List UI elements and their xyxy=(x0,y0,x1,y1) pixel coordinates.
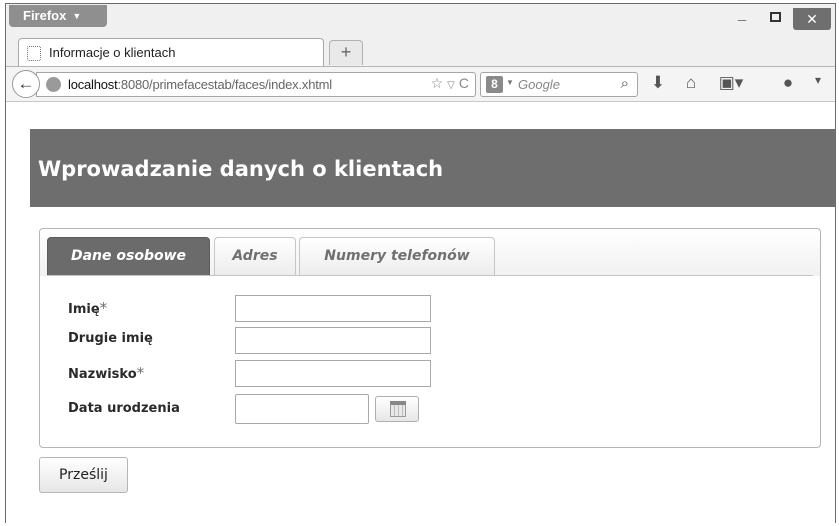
maximize-icon xyxy=(769,12,781,22)
url-host: localhost xyxy=(68,77,118,92)
middle-name-label: Drugie imię xyxy=(68,331,153,346)
page-title: Wprowadzanie danych o klientach xyxy=(38,157,444,181)
bookmark-star-icon[interactable]: ☆ xyxy=(431,75,444,91)
url-bar[interactable]: localhost:8080/primefacestab/faces/index… xyxy=(36,72,476,97)
browser-tab-title: Informacje o klientach xyxy=(49,45,176,60)
tab-view: Dane osobowe Adres Numery telefonów Imię… xyxy=(39,228,821,448)
tab-nav: Dane osobowe Adres Numery telefonów xyxy=(40,229,820,276)
search-icon[interactable]: ⌕ xyxy=(621,75,629,92)
search-engine-dropdown-icon[interactable]: ▼ xyxy=(506,78,514,87)
page-header: Wprowadzanie danych o klientach xyxy=(30,129,835,207)
required-marker: * xyxy=(99,299,108,317)
maximize-button[interactable] xyxy=(762,8,788,30)
new-tab-button[interactable]: + xyxy=(329,40,363,65)
google-search-engine-icon[interactable]: 8 xyxy=(486,76,503,93)
browser-window: Firefox ▼ _ ✕ Informacje o klientach + lo… xyxy=(5,3,836,523)
search-bar[interactable]: 8 ▼ Google ⌕ xyxy=(480,72,638,97)
navigation-bar: localhost:8080/primefacestab/faces/index… xyxy=(6,66,835,102)
required-marker: * xyxy=(136,364,145,382)
tab-personal-data[interactable]: Dane osobowe xyxy=(47,237,210,276)
calendar-button[interactable] xyxy=(375,396,419,422)
menu-dropdown-icon[interactable]: ▾ xyxy=(806,73,830,87)
page-icon xyxy=(27,46,41,61)
chevron-down-icon: ▼ xyxy=(72,11,82,21)
minimize-button[interactable]: _ xyxy=(728,7,756,30)
dropdown-arrow-icon[interactable]: ▽ xyxy=(447,80,455,91)
calendar-icon xyxy=(390,401,406,417)
title-bar: Firefox ▼ _ ✕ xyxy=(6,4,835,34)
url-path: :8080/primefacestab/faces/index.xhtml xyxy=(117,77,333,92)
first-name-label: Imię* xyxy=(68,299,108,317)
download-icon[interactable]: ⬇ xyxy=(646,73,670,93)
plus-icon: + xyxy=(340,42,352,62)
firefox-menu-button[interactable]: Firefox ▼ xyxy=(9,5,107,27)
first-name-field[interactable] xyxy=(235,295,431,322)
back-arrow-icon: ← xyxy=(17,74,35,93)
birth-date-label: Data urodzenia xyxy=(68,401,180,416)
submit-button[interactable]: Prześlij xyxy=(39,457,128,493)
globe-icon xyxy=(46,77,61,92)
addon-icon[interactable]: ● xyxy=(776,73,800,93)
page-content: Wprowadzanie danych o klientach Dane oso… xyxy=(6,103,835,523)
tab-address[interactable]: Adres xyxy=(214,237,296,276)
tab-phone-numbers[interactable]: Numery telefonów xyxy=(299,237,495,276)
last-name-label: Nazwisko* xyxy=(68,364,145,382)
birth-date-field[interactable] xyxy=(235,394,369,424)
last-name-field[interactable] xyxy=(235,360,431,387)
back-button[interactable]: ← xyxy=(12,70,40,98)
url-text: localhost:8080/primefacestab/faces/index… xyxy=(68,77,332,92)
home-icon[interactable]: ⌂ xyxy=(679,73,703,93)
firefox-menu-label: Firefox xyxy=(23,8,67,23)
bookmarks-menu-icon[interactable]: ▣▾ xyxy=(714,73,748,93)
search-placeholder: Google xyxy=(518,77,560,92)
browser-tab[interactable]: Informacje o klientach xyxy=(18,38,324,66)
close-button[interactable]: ✕ xyxy=(793,8,831,30)
reload-icon[interactable]: C xyxy=(459,75,469,91)
middle-name-field[interactable] xyxy=(235,327,431,354)
tab-strip: Informacje o klientach + xyxy=(6,34,835,66)
